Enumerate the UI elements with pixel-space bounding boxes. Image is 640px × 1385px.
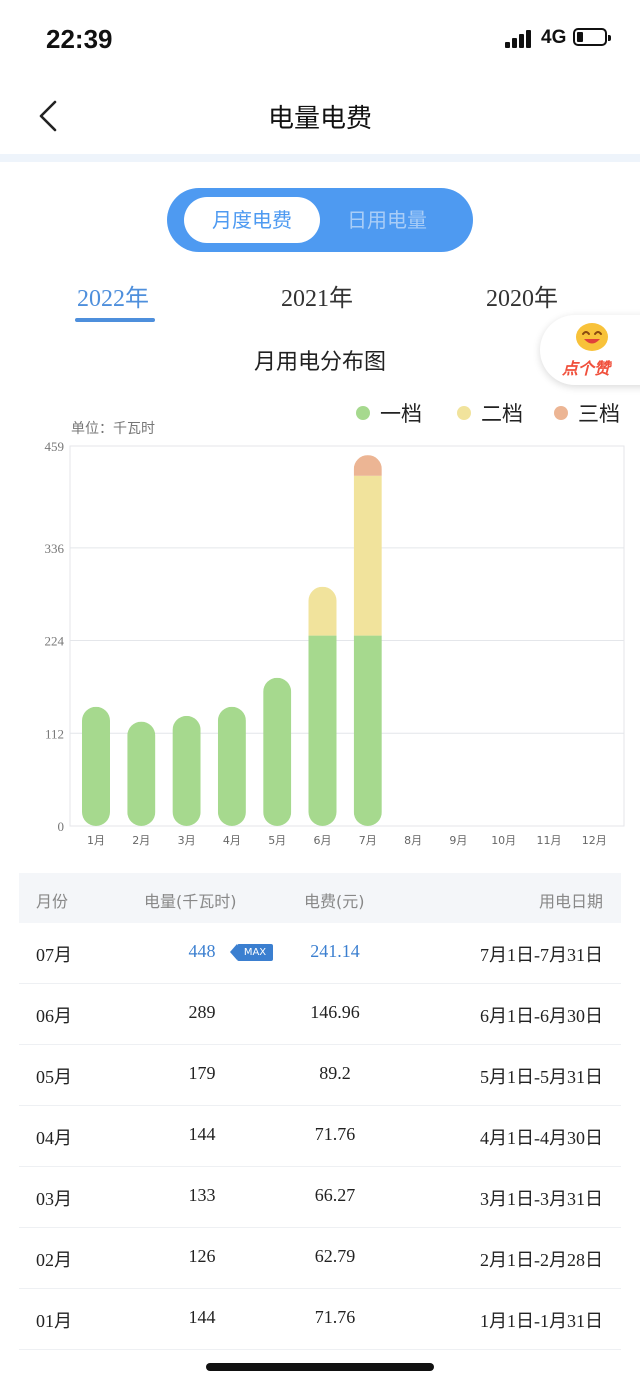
row-date: 4月1日-4月30日 — [480, 1128, 603, 1148]
row-month: 04月 — [36, 1128, 72, 1148]
row-kwh: 179 — [188, 1063, 216, 1083]
x-tick-label: 8月 — [404, 834, 422, 847]
table-row[interactable]: 02月 126 62.79 2月1日-2月28日 — [19, 1228, 621, 1289]
x-tick-label: 4月 — [223, 834, 241, 847]
row-date: 6月1日-6月30日 — [480, 1006, 603, 1026]
row-kwh: 144 — [188, 1307, 216, 1327]
header-month: 月份 — [36, 892, 69, 911]
row-date: 5月1日-5月31日 — [480, 1067, 603, 1087]
tab-year-2022[interactable]: 2022年 — [77, 278, 149, 313]
max-badge: MAX — [230, 944, 273, 961]
legend-dot — [554, 406, 568, 420]
x-tick-label: 2月 — [132, 834, 150, 847]
bar-segment-1月-tier1 — [82, 706, 110, 826]
bar-segment-6月-tier1 — [308, 635, 337, 826]
table-header: 月份 电量(千瓦时) 电费(元) 用电日期 — [19, 873, 621, 923]
monthly-usage-chart: 0 112 224 336 459 1月 2月 3月 4月 5月 6月 7月 8月 9月 10月 11月 12月 — [45, 439, 625, 847]
row-date: 7月1日-7月31日 — [480, 945, 603, 965]
tab-year-2021[interactable]: 2021年 — [281, 278, 353, 313]
bar-segment-7月-tier1 — [353, 635, 382, 826]
active-tab-underline — [75, 318, 155, 322]
row-month: 06月 — [36, 1006, 72, 1026]
page-title: 电量电费 — [267, 104, 372, 134]
tab-monthly-fee[interactable]: 月度电费 — [184, 197, 320, 243]
table-row[interactable]: 07月 448 MAX 241.14 7月1日-7月31日 — [19, 923, 621, 984]
row-date: 1月1日-1月31日 — [480, 1311, 603, 1331]
nav-bar: 电量电费 — [0, 78, 640, 154]
x-tick-label: 7月 — [359, 834, 377, 847]
row-fee: 241.14 — [310, 941, 360, 961]
row-fee: 66.27 — [314, 1185, 356, 1205]
legend-item-tier3: 三档 — [554, 398, 620, 428]
row-fee: 71.76 — [314, 1307, 356, 1327]
header-fee: 电费(元) — [304, 892, 365, 911]
y-tick-label: 0 — [58, 819, 65, 834]
legend-label: 三档 — [578, 402, 620, 426]
signal-icon — [505, 30, 535, 48]
row-month: 02月 — [36, 1250, 72, 1270]
row-kwh: 448 — [188, 941, 216, 961]
home-indicator — [206, 1363, 434, 1371]
bar-segment-2月-tier1 — [127, 721, 156, 826]
nav-divider — [0, 154, 640, 162]
row-kwh: 126 — [188, 1246, 216, 1266]
row-kwh: 289 — [188, 1002, 216, 1022]
network-type: 4G — [541, 27, 567, 48]
y-tick-label: 459 — [45, 439, 65, 454]
y-tick-label: 224 — [45, 634, 65, 649]
usage-table: 月份 电量(千瓦时) 电费(元) 用电日期 07月 448 MAX 241.14 7月1… — [19, 873, 621, 1350]
x-tick-label: 1月 — [87, 834, 105, 847]
tab-daily-usage[interactable]: 日用电量 — [319, 197, 455, 243]
header-date: 用电日期 — [538, 892, 603, 911]
row-kwh: 133 — [188, 1185, 216, 1205]
view-switch: 月度电费 日用电量 — [167, 188, 473, 252]
year-tabs: 2022年 2021年 2020年 — [0, 272, 640, 328]
row-date: 3月1日-3月31日 — [480, 1189, 603, 1209]
bar-segment-7月-tier3 — [353, 455, 382, 476]
table-row[interactable]: 06月 289 146.96 6月1日-6月30日 — [19, 984, 621, 1045]
x-tick-label: 6月 — [314, 834, 332, 847]
x-tick-label: 9月 — [449, 834, 467, 847]
legend-item-tier1: 一档 — [356, 398, 422, 428]
row-month: 03月 — [36, 1189, 72, 1209]
bar-segment-7月-tier2 — [353, 475, 382, 636]
row-month: 07月 — [36, 945, 72, 965]
battery-icon — [573, 28, 611, 46]
row-fee: 89.2 — [319, 1063, 351, 1083]
table-row[interactable]: 04月 144 71.76 4月1日-4月30日 — [19, 1106, 621, 1167]
chart-title: 月用电分布图 — [253, 350, 386, 375]
bar-segment-4月-tier1 — [217, 706, 246, 826]
legend-dot — [457, 406, 471, 420]
row-kwh: 144 — [188, 1124, 216, 1144]
y-tick-label: 336 — [45, 541, 65, 556]
x-tick-label: 10月 — [491, 834, 516, 847]
x-tick-label: 3月 — [178, 834, 196, 847]
row-fee: 71.76 — [314, 1124, 356, 1144]
legend-item-tier2: 二档 — [457, 398, 523, 428]
legend-label: 二档 — [481, 402, 523, 426]
legend-label: 一档 — [380, 402, 422, 426]
x-tick-label: 5月 — [268, 834, 286, 847]
x-tick-label: 11月 — [537, 834, 562, 847]
table-row[interactable]: 05月 179 89.2 5月1日-5月31日 — [19, 1045, 621, 1106]
y-tick-label: 112 — [45, 726, 64, 741]
tab-year-2020[interactable]: 2020年 — [486, 278, 558, 313]
table-row[interactable]: 01月 144 71.76 1月1日-1月31日 — [19, 1289, 621, 1350]
table-body: 07月 448 MAX 241.14 7月1日-7月31日 06月 289 146.96 6月1… — [19, 923, 621, 1350]
row-month: 05月 — [36, 1067, 72, 1087]
x-tick-label: 12月 — [582, 834, 607, 847]
row-date: 2月1日-2月28日 — [480, 1250, 603, 1270]
bar-segment-6月-tier2 — [308, 586, 337, 636]
bar-segment-5月-tier1 — [263, 677, 292, 826]
row-month: 01月 — [36, 1311, 72, 1331]
table-row[interactable]: 03月 133 66.27 3月1日-3月31日 — [19, 1167, 621, 1228]
header-kwh: 电量(千瓦时) — [144, 892, 237, 911]
status-bar: 22:39 4G — [0, 0, 640, 78]
legend-dot — [356, 406, 370, 420]
status-time: 22:39 — [46, 24, 113, 54]
bar-segment-3月-tier1 — [172, 715, 201, 826]
row-fee: 146.96 — [310, 1002, 360, 1022]
row-fee: 62.79 — [314, 1246, 356, 1266]
